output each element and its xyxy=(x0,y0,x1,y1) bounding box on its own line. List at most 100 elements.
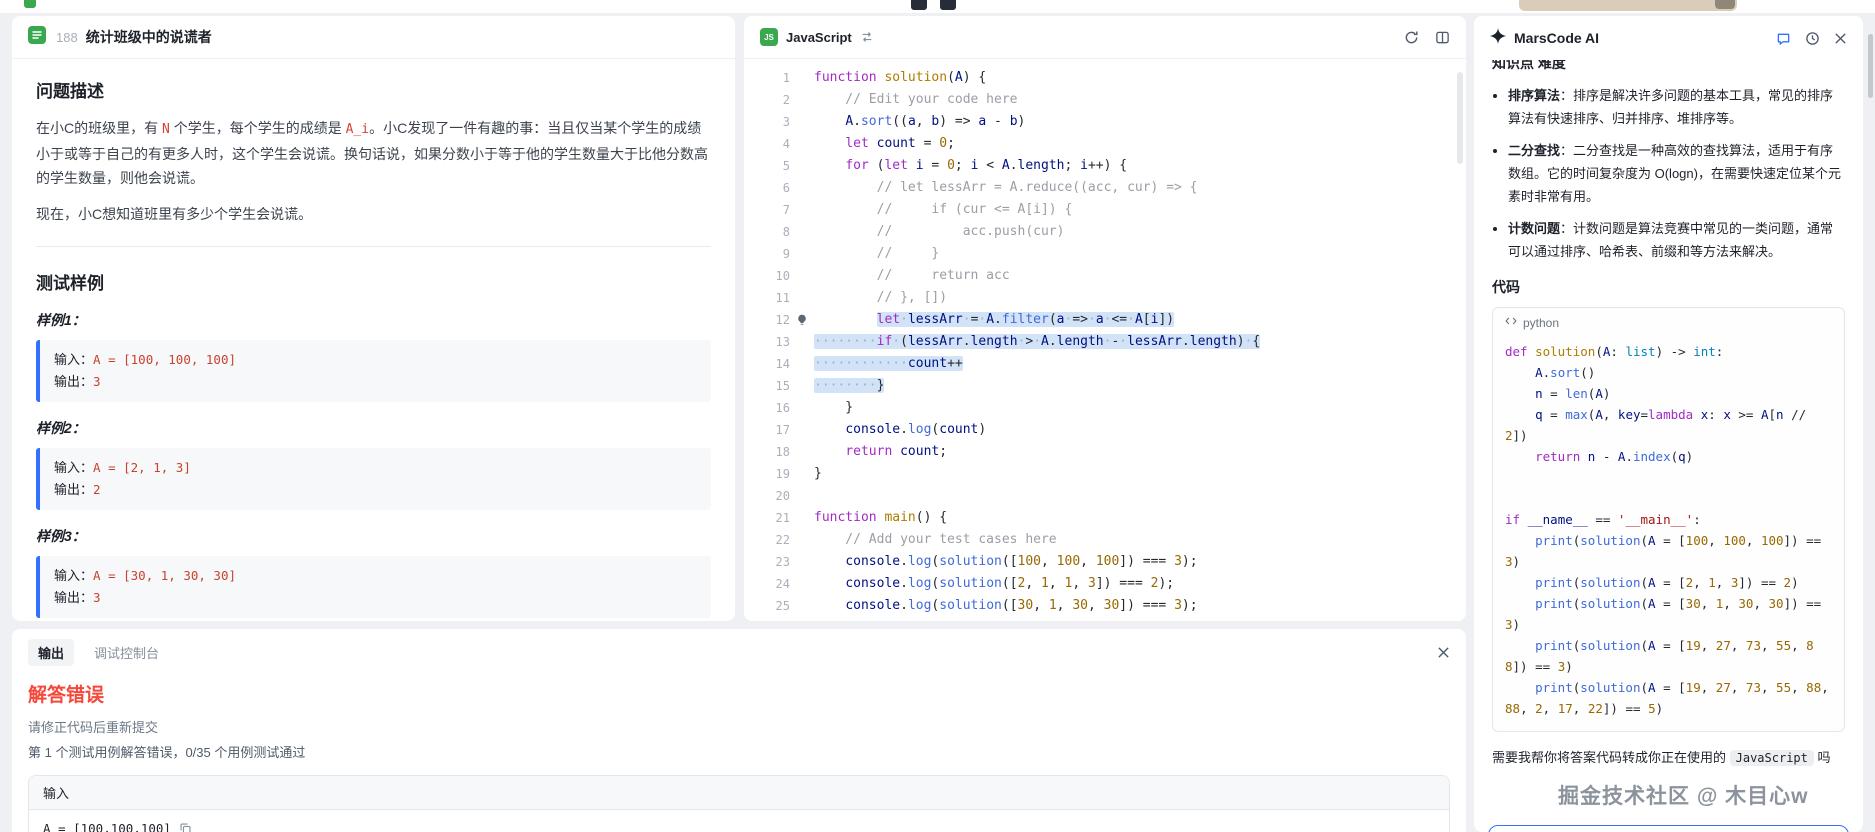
lightbulb-icon xyxy=(796,314,808,326)
problem-body: 问题描述 在小C的班级里，有 N 个学生，每个学生的成绩是 A_i。小C发现了一… xyxy=(12,59,735,618)
remnant-dark-button-2 xyxy=(940,0,956,10)
samples-list: 样例1：输入：A = [100, 100, 100]输出：3样例2：输入：A =… xyxy=(36,310,711,618)
code-text: console.log(solution([30, 1, 30, 30]) ==… xyxy=(814,595,1466,617)
sample-label: 样例3： xyxy=(36,526,711,546)
window-scrollbar[interactable] xyxy=(1868,0,1874,832)
new-chat-icon[interactable] xyxy=(1776,31,1791,46)
gutter xyxy=(790,419,814,441)
console-tabs: 输出调试控制台 xyxy=(28,639,169,666)
knowledge-bullets: 排序算法：排序是解决许多问题的基本工具，常见的排序算法有快速排序、归并排序、堆排… xyxy=(1492,84,1845,263)
code-line[interactable]: 21function main() { xyxy=(744,507,1466,529)
marscode-ai-panel: MarsCode AI 知识点 难度 排序算法：排序是解决许多问题的基本工具，常… xyxy=(1474,16,1863,832)
code-line[interactable]: 6 // let lessArr = A.reduce((acc, cur) =… xyxy=(744,177,1466,199)
code-line[interactable]: 5 for (let i = 0; i < A.length; i++) { xyxy=(744,155,1466,177)
code-line[interactable]: 11 // }, []) xyxy=(744,287,1466,309)
gutter xyxy=(790,331,814,353)
gutter xyxy=(790,89,814,111)
code-line[interactable]: 8 // acc.push(cur) xyxy=(744,221,1466,243)
line-number: 7 xyxy=(744,199,790,221)
line-number: 1 xyxy=(744,67,790,89)
editor-panel: JS JavaScript 1function solution(A) {2 /… xyxy=(744,16,1466,621)
code-text: } xyxy=(814,463,1466,485)
gutter xyxy=(790,221,814,243)
code-line[interactable]: 14············count++ xyxy=(744,353,1466,375)
python-code-line xyxy=(1505,488,1832,509)
line-number: 3 xyxy=(744,111,790,133)
code-line[interactable]: 16 } xyxy=(744,397,1466,419)
section-divider xyxy=(36,246,711,247)
sample-output-row: 输出：3 xyxy=(54,371,697,393)
code-line[interactable]: 10 // return acc xyxy=(744,265,1466,287)
code-line[interactable]: 1function solution(A) { xyxy=(744,67,1466,89)
code-text: ········} xyxy=(814,375,1466,397)
code-line[interactable]: 12 let·lessArr·=·A.filter(a·=>·a·<=·A[i]… xyxy=(744,309,1466,331)
code-line[interactable]: 7 // if (cur <= A[i]) { xyxy=(744,199,1466,221)
gutter xyxy=(790,287,814,309)
selection-highlight: ········if·(lessArr.length·>·A.length·-·… xyxy=(814,334,1260,349)
code-line[interactable]: 23 console.log(solution([100, 100, 100])… xyxy=(744,551,1466,573)
code-line[interactable]: 24 console.log(solution([2, 1, 1, 3]) ==… xyxy=(744,573,1466,595)
code-line[interactable]: 22 // Add your test cases here xyxy=(744,529,1466,551)
refresh-code-icon[interactable] xyxy=(1404,30,1419,45)
inline-code: N xyxy=(162,122,170,137)
ai-chat-input[interactable] xyxy=(1488,825,1849,832)
console-close-icon[interactable] xyxy=(1437,646,1450,659)
copy-icon[interactable] xyxy=(179,822,192,832)
editor-scrollbar[interactable] xyxy=(1457,72,1463,164)
sample-box: 输入：A = [100, 100, 100]输出：3 xyxy=(36,340,711,402)
ai-close-icon[interactable] xyxy=(1834,32,1847,45)
code-line[interactable]: 25 console.log(solution([30, 1, 30, 30])… xyxy=(744,595,1466,617)
python-code-line: print(solution(A = [2, 1, 3]) == 2) xyxy=(1505,572,1832,593)
python-code-line: q = max(A, key=lambda x: x >= A[n // 2]) xyxy=(1505,404,1832,446)
code-line[interactable]: 20 xyxy=(744,485,1466,507)
code-text: ········if·(lessArr.length·>·A.length·-·… xyxy=(814,331,1466,353)
code-line[interactable]: 15········} xyxy=(744,375,1466,397)
problem-title: 统计班级中的说谎者 xyxy=(86,27,212,47)
console-tab-debug[interactable]: 调试控制台 xyxy=(84,639,169,666)
sample-box: 输入：A = [2, 1, 3]输出：2 xyxy=(36,448,711,510)
page: 188 统计班级中的说谎者 问题描述 在小C的班级里，有 N 个学生，每个学生的… xyxy=(0,0,1875,832)
split-view-icon[interactable] xyxy=(1435,30,1450,45)
ai-followup-question: 需要我帮你将答案代码转成你正在使用的 JavaScript 吗 xyxy=(1492,746,1845,770)
code-line[interactable]: 18 return count; xyxy=(744,441,1466,463)
gutter xyxy=(790,111,814,133)
ai-code-card: python def solution(A: list) -> int: A.s… xyxy=(1492,307,1845,732)
gutter xyxy=(790,463,814,485)
problem-paragraph-2: 现在，小C想知道班里有多少个学生会说谎。 xyxy=(36,202,711,226)
knowledge-bullet: 排序算法：排序是解决许多问题的基本工具，常见的排序算法有快速排序、归并排序、堆排… xyxy=(1508,84,1845,130)
scrollbar-thumb[interactable] xyxy=(1868,34,1873,98)
code-text: let·lessArr·=·A.filter(a·=>·a·<=·A[i]) xyxy=(814,309,1466,331)
selection-highlight: ············count++ xyxy=(814,356,963,371)
gutter xyxy=(790,529,814,551)
inline-code: A_i xyxy=(346,122,369,137)
ai-body: 知识点 难度 排序算法：排序是解决许多问题的基本工具，常见的排序算法有快速排序、… xyxy=(1474,60,1863,770)
python-code-line: print(solution(A = [100, 100, 100]) == 3… xyxy=(1505,530,1832,572)
code-line[interactable]: 19} xyxy=(744,463,1466,485)
sample-output-row: 输出：2 xyxy=(54,479,697,501)
code-line[interactable]: 17 console.log(count) xyxy=(744,419,1466,441)
code-line[interactable]: 2 // Edit your code here xyxy=(744,89,1466,111)
selection-highlight: ········} xyxy=(814,378,884,393)
code-editor[interactable]: 1function solution(A) {2 // Edit your co… xyxy=(744,59,1466,621)
editor-header: JS JavaScript xyxy=(744,16,1466,59)
console-tab-output[interactable]: 输出 xyxy=(28,639,74,666)
history-icon[interactable] xyxy=(1805,31,1820,46)
python-code-line: print(solution(A = [30, 1, 30, 30]) == 3… xyxy=(1505,593,1832,635)
code-line[interactable]: 3 A.sort((a, b) => a - b) xyxy=(744,111,1466,133)
code-line[interactable]: 9 // } xyxy=(744,243,1466,265)
gutter xyxy=(790,441,814,463)
editor-language-label: JavaScript xyxy=(786,30,852,45)
knowledge-bullet: 计数问题：计数问题是算法竞赛中常见的一类问题，通常可以通过排序、哈希表、前缀和等… xyxy=(1508,217,1845,263)
switch-language-icon[interactable] xyxy=(860,31,874,43)
knowledge-bullet: 二分查找：二分查找是一种高效的查找算法，适用于有序数组。它的时间复杂度为 O(l… xyxy=(1508,139,1845,208)
code-line[interactable]: 4 let count = 0; xyxy=(744,133,1466,155)
line-number: 24 xyxy=(744,573,790,595)
python-code-line: A.sort() xyxy=(1505,362,1832,383)
code-text: console.log(count) xyxy=(814,419,1466,441)
python-code-line: print(solution(A = [19, 27, 73, 55, 88])… xyxy=(1505,635,1832,677)
test-samples-heading: 测试样例 xyxy=(36,269,711,294)
code-line[interactable]: 13········if·(lessArr.length·>·A.length·… xyxy=(744,331,1466,353)
gutter[interactable] xyxy=(790,309,814,331)
code-text: for (let i = 0; i < A.length; i++) { xyxy=(814,155,1466,177)
javascript-chip: JavaScript xyxy=(1730,750,1814,766)
